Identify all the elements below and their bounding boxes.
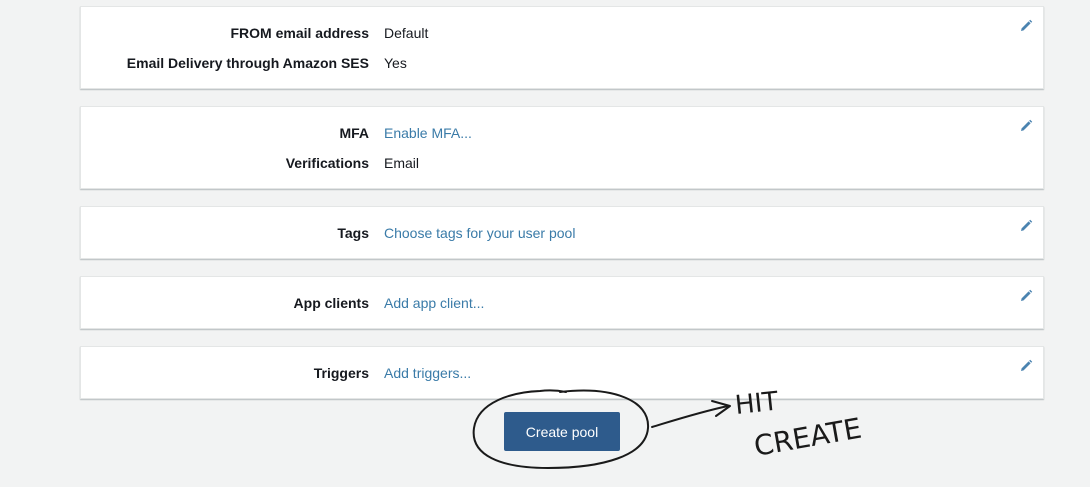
pencil-icon[interactable] xyxy=(1019,359,1033,373)
annotation-arrowhead xyxy=(711,400,731,417)
triggers-row: Triggers Add triggers... xyxy=(81,363,1043,383)
pencil-icon[interactable] xyxy=(1019,219,1033,233)
tags-label: Tags xyxy=(337,225,369,241)
triggers-label: Triggers xyxy=(313,365,369,381)
tags-row: Tags Choose tags for your user pool xyxy=(81,223,1043,243)
add-app-client-link[interactable]: Add app client... xyxy=(384,293,484,313)
mfa-label: MFA xyxy=(339,125,369,141)
create-pool-button[interactable]: Create pool xyxy=(504,412,620,451)
tags-panel: Tags Choose tags for your user pool xyxy=(80,206,1044,259)
pencil-icon[interactable] xyxy=(1019,19,1033,33)
from-email-row: FROM email address Default xyxy=(81,23,1043,43)
ses-delivery-value: Yes xyxy=(384,55,407,71)
ses-delivery-label: Email Delivery through Amazon SES xyxy=(126,55,369,71)
app-clients-row: App clients Add app client... xyxy=(81,293,1043,313)
verifications-label: Verifications xyxy=(285,155,369,171)
verifications-value: Email xyxy=(384,155,420,171)
ses-delivery-row: Email Delivery through Amazon SES Yes xyxy=(81,53,1043,73)
mfa-settings-panel: MFA Enable MFA... Verifications Email xyxy=(80,106,1044,189)
verifications-row: Verifications Email xyxy=(81,153,1043,173)
add-triggers-link[interactable]: Add triggers... xyxy=(384,363,471,383)
app-clients-panel: App clients Add app client... xyxy=(80,276,1044,329)
pencil-icon[interactable] xyxy=(1019,289,1033,303)
from-email-label: FROM email address xyxy=(230,25,370,41)
app-clients-label: App clients xyxy=(293,295,369,311)
email-settings-panel: FROM email address Default Email Deliver… xyxy=(80,6,1044,89)
annotation-text-create: CREATE xyxy=(751,412,864,463)
triggers-panel: Triggers Add triggers... xyxy=(80,346,1044,399)
enable-mfa-link[interactable]: Enable MFA... xyxy=(384,123,472,143)
mfa-row: MFA Enable MFA... xyxy=(81,123,1043,143)
annotation-arrow xyxy=(651,405,729,428)
pencil-icon[interactable] xyxy=(1019,119,1033,133)
from-email-value: Default xyxy=(384,25,429,41)
choose-tags-link[interactable]: Choose tags for your user pool xyxy=(384,223,575,243)
